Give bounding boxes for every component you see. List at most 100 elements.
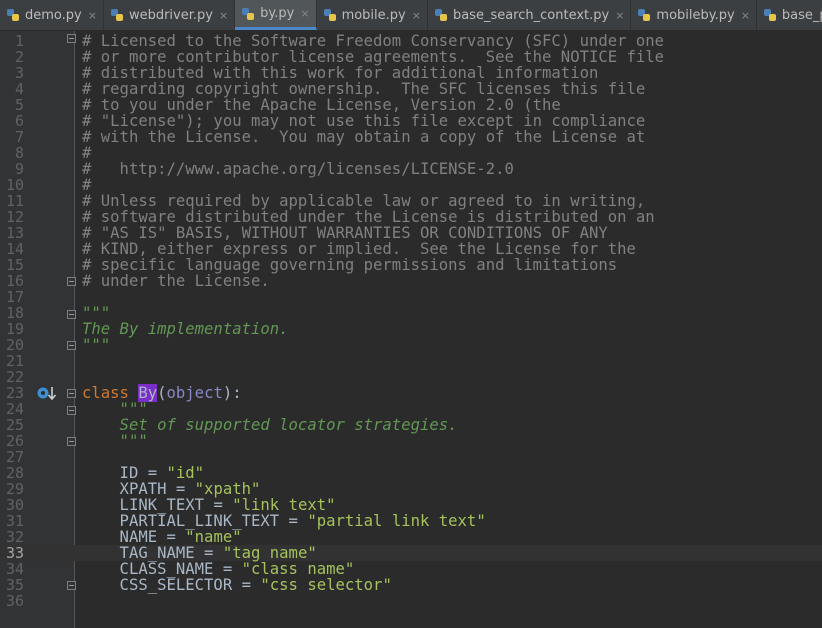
- close-icon[interactable]: ×: [615, 9, 624, 22]
- code-editor[interactable]: 1 # Licensed to the Software Freedom Cons…: [0, 31, 822, 628]
- code-line[interactable]: 21: [0, 353, 822, 369]
- code-line[interactable]: 22: [0, 369, 822, 385]
- close-icon[interactable]: ×: [741, 9, 750, 22]
- tab-mobileby[interactable]: mobileby.py ×: [631, 0, 757, 30]
- tab-label: webdriver.py: [128, 7, 213, 23]
- line-number: 15: [5, 256, 24, 274]
- operator: =: [232, 576, 261, 594]
- code-line[interactable]: 36: [0, 593, 822, 609]
- line-number: 2: [14, 48, 24, 66]
- code-line[interactable]: 34 CLASS_NAME = "class name": [0, 561, 822, 577]
- code-line[interactable]: 16 # under the License.: [0, 273, 822, 289]
- code-text: The By implementation.: [82, 320, 289, 338]
- line-number: 14: [5, 240, 24, 258]
- code-text: # specific language governing permission…: [82, 256, 618, 274]
- close-icon[interactable]: ×: [300, 7, 309, 20]
- code-line[interactable]: 28 ID = "id": [0, 465, 822, 481]
- fold-marker-icon[interactable]: [67, 406, 76, 415]
- tab-base-page[interactable]: base_page.py: [757, 0, 822, 30]
- code-text: # KIND, either express or implied. See t…: [82, 240, 636, 258]
- python-file-icon: [110, 8, 124, 22]
- code-line[interactable]: 13 # "AS IS" BASIS, WITHOUT WARRANTIES OR…: [0, 225, 822, 241]
- tab-base-search-context[interactable]: base_search_context.py ×: [428, 0, 632, 30]
- python-file-icon: [763, 8, 777, 22]
- code-line[interactable]: 15 # specific language governing permissi…: [0, 257, 822, 273]
- line-number: 24: [5, 400, 24, 418]
- code-line[interactable]: 32 NAME = "name": [0, 529, 822, 545]
- code-text: # http://www.apache.org/licenses/LICENSE…: [82, 160, 514, 178]
- fold-marker-icon[interactable]: [67, 437, 76, 446]
- code-line[interactable]: 24 """: [0, 401, 822, 417]
- line-number: 34: [5, 560, 24, 578]
- line-number: 6: [14, 112, 24, 130]
- code-text: """: [82, 432, 148, 450]
- fold-marker-icon[interactable]: [67, 310, 76, 319]
- code-line[interactable]: 27: [0, 449, 822, 465]
- code-line[interactable]: 5 # to you under the Apache License, Vers…: [0, 97, 822, 113]
- code-line[interactable]: 14 # KIND, either express or implied. See…: [0, 241, 822, 257]
- code-line[interactable]: 11 # Unless required by applicable law or…: [0, 193, 822, 209]
- code-line[interactable]: 26 """: [0, 433, 822, 449]
- code-line[interactable]: 8 #: [0, 145, 822, 161]
- tab-demo[interactable]: demo.py ×: [0, 0, 104, 30]
- python-file-icon: [6, 8, 20, 22]
- line-number: 10: [5, 176, 24, 194]
- line-number: 31: [5, 512, 24, 530]
- code-text: # or more contributor license agreements…: [82, 48, 665, 66]
- line-number: 3: [14, 64, 24, 82]
- tab-label: mobile.py: [341, 7, 406, 23]
- code-line[interactable]: 31 PARTIAL_LINK_TEXT = "partial link tex…: [0, 513, 822, 529]
- close-icon[interactable]: ×: [219, 9, 228, 22]
- code-line[interactable]: 30 LINK_TEXT = "link text": [0, 497, 822, 513]
- line-number: 27: [5, 448, 24, 466]
- code-line[interactable]: 18 """: [0, 305, 822, 321]
- line-number: 9: [14, 160, 24, 178]
- fold-marker-icon[interactable]: [67, 34, 76, 43]
- tab-webdriver[interactable]: webdriver.py ×: [104, 0, 236, 30]
- assignment: XPATH = "xpath": [82, 481, 261, 497]
- line-number: 26: [5, 432, 24, 450]
- code-line[interactable]: 17: [0, 289, 822, 305]
- code-line[interactable]: 19 The By implementation.: [0, 321, 822, 337]
- close-icon[interactable]: ×: [88, 9, 97, 22]
- line-number: 13: [5, 224, 24, 242]
- code-line[interactable]: 10 #: [0, 177, 822, 193]
- code-line[interactable]: 1 # Licensed to the Software Freedom Cons…: [0, 33, 822, 49]
- tab-mobile[interactable]: mobile.py ×: [317, 0, 428, 30]
- line-number: 11: [5, 192, 24, 210]
- fold-marker-icon[interactable]: [67, 341, 76, 350]
- code-line[interactable]: 23 class By(object):: [0, 384, 822, 402]
- assignment: CLASS_NAME = "class name": [82, 561, 355, 577]
- code-line[interactable]: 29 XPATH = "xpath": [0, 481, 822, 497]
- string-literal: "partial link text": [307, 512, 486, 530]
- code-line[interactable]: 25 Set of supported locator strategies.: [0, 417, 822, 433]
- code-line[interactable]: 6 # "License"); you may not use this file…: [0, 113, 822, 129]
- constant-name: CSS_SELECTOR: [82, 576, 233, 594]
- code-text: #: [82, 144, 92, 162]
- code-text: # Licensed to the Software Freedom Conse…: [82, 32, 665, 50]
- code-text: # "License"); you may not use this file …: [82, 112, 646, 130]
- line-number: 12: [5, 208, 24, 226]
- line-number: 5: [14, 96, 24, 114]
- fold-marker-icon[interactable]: [67, 277, 76, 286]
- line-number: 25: [5, 416, 24, 434]
- close-icon[interactable]: ×: [412, 9, 421, 22]
- tab-by[interactable]: by.py ×: [235, 0, 317, 30]
- code-line[interactable]: 35 CSS_SELECTOR = "css selector": [0, 577, 822, 593]
- fold-marker-icon[interactable]: [67, 581, 76, 590]
- code-line[interactable]: 4 # regarding copyright ownership. The SF…: [0, 81, 822, 97]
- current-code-line[interactable]: 33 TAG_NAME = "tag name": [0, 545, 822, 561]
- line-number: 16: [5, 272, 24, 290]
- code-line[interactable]: 2 # or more contributor license agreement…: [0, 49, 822, 65]
- code-text: # under the License.: [82, 272, 270, 290]
- subclass-marker-icon[interactable]: [36, 385, 58, 401]
- code-line[interactable]: 12 # software distributed under the Licen…: [0, 209, 822, 225]
- code-line[interactable]: 9 # http://www.apache.org/licenses/LICENS…: [0, 161, 822, 177]
- fold-marker-icon[interactable]: [67, 389, 76, 398]
- tab-label: demo.py: [25, 7, 82, 23]
- code-text: # software distributed under the License…: [82, 208, 655, 226]
- code-line[interactable]: 7 # with the License. You may obtain a co…: [0, 129, 822, 145]
- python-file-icon: [637, 8, 651, 22]
- code-line[interactable]: 20 """: [0, 337, 822, 353]
- code-line[interactable]: 3 # distributed with this work for additi…: [0, 65, 822, 81]
